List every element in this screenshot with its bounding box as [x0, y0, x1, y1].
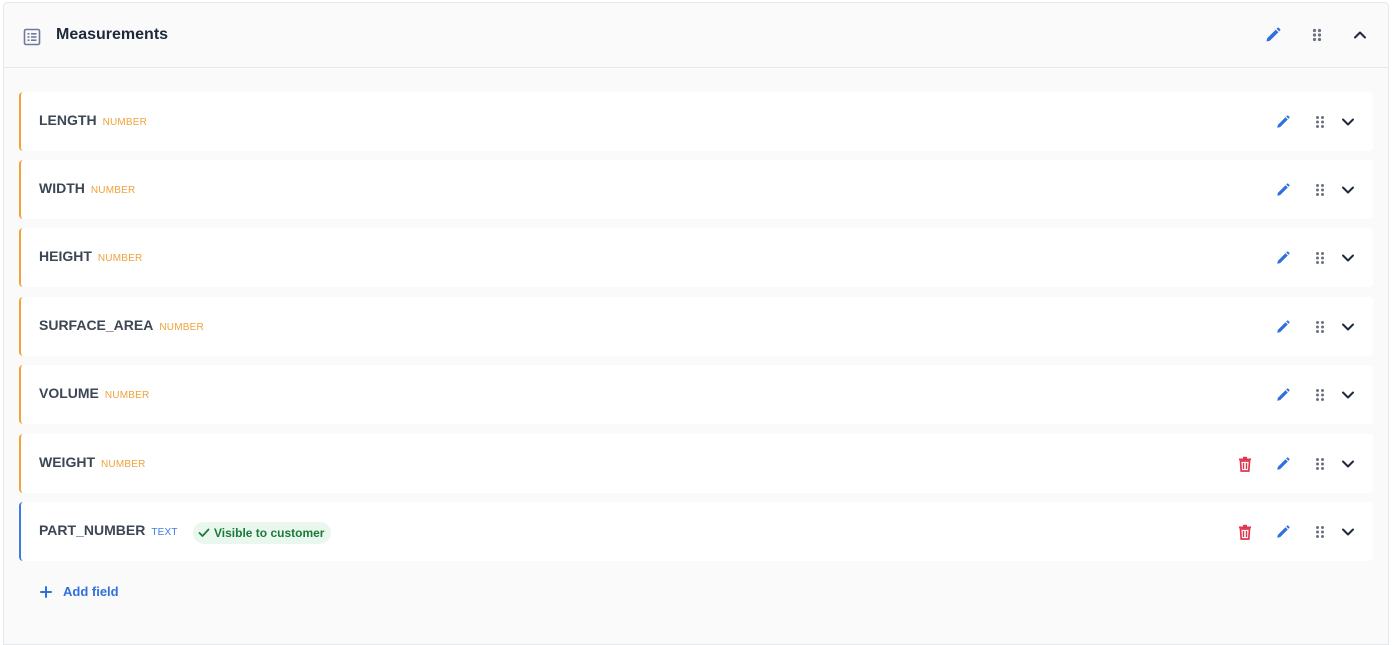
- drag-handle-icon[interactable]: [1308, 178, 1332, 202]
- field-type-label: NUMBER: [102, 117, 148, 128]
- chevron-down-icon: [1342, 118, 1354, 126]
- delete-field-button[interactable]: [1233, 452, 1257, 476]
- expand-field-button[interactable]: [1336, 110, 1360, 134]
- field-type-label: NUMBER: [90, 185, 136, 196]
- delete-field-button[interactable]: [1233, 520, 1257, 544]
- field-type-label: NUMBER: [159, 322, 204, 333]
- drag-handle-icon[interactable]: [1305, 23, 1329, 47]
- field-name-text: LENGTH: [39, 112, 97, 128]
- badge-label: Visible to customer: [214, 526, 325, 540]
- edit-field-button[interactable]: [1271, 452, 1295, 476]
- pencil-icon: [1266, 27, 1281, 42]
- pencil-icon: [1277, 320, 1290, 333]
- panel-header: Measurements: [4, 3, 1388, 68]
- trash-icon: [1239, 524, 1251, 540]
- trash-icon: [1239, 456, 1251, 472]
- field-name: HEIGHT NUMBER: [39, 248, 142, 264]
- drag-handle-icon[interactable]: [1308, 315, 1332, 339]
- field-name: PART_NUMBER TEXT: [39, 522, 178, 538]
- chevron-down-icon: [1342, 391, 1354, 399]
- plus-icon: [40, 585, 52, 598]
- drag-handle-icon[interactable]: [1308, 452, 1332, 476]
- expand-field-button[interactable]: [1336, 246, 1360, 270]
- edit-field-button[interactable]: [1271, 383, 1295, 407]
- field-name-text: VOLUME: [39, 385, 99, 401]
- edit-field-button[interactable]: [1271, 178, 1295, 202]
- chevron-up-icon: [1354, 31, 1366, 39]
- edit-field-button[interactable]: [1271, 315, 1295, 339]
- field-name: VOLUME NUMBER: [39, 385, 149, 401]
- expand-field-button[interactable]: [1336, 383, 1360, 407]
- field-row[interactable]: WIDTH NUMBER: [19, 160, 1373, 219]
- measurements-panel: Measurements LENGTH NUMBER WIDTH NUMBER HEIG…: [3, 2, 1389, 645]
- pencil-icon: [1277, 115, 1290, 128]
- expand-field-button[interactable]: [1336, 520, 1360, 544]
- drag-handle-icon[interactable]: [1308, 246, 1332, 270]
- pencil-icon: [1277, 457, 1290, 470]
- field-name-text: HEIGHT: [39, 248, 92, 264]
- add-field-button[interactable]: Add field: [40, 584, 119, 599]
- chevron-down-icon: [1342, 460, 1354, 468]
- check-icon: [198, 528, 210, 537]
- list-table-icon: [23, 28, 41, 46]
- chevron-down-icon: [1342, 254, 1354, 262]
- chevron-down-icon: [1342, 323, 1354, 331]
- field-type-label: NUMBER: [97, 253, 143, 264]
- field-name-text: WEIGHT: [39, 454, 95, 470]
- field-name-text: PART_NUMBER: [39, 522, 146, 538]
- field-name-text: SURFACE_AREA: [39, 317, 154, 333]
- field-row[interactable]: PART_NUMBER TEXT Visible to customer: [19, 502, 1373, 561]
- edit-section-button[interactable]: [1261, 23, 1285, 47]
- visible-to-customer-badge: Visible to customer: [193, 522, 332, 544]
- pencil-icon: [1277, 183, 1290, 196]
- section-title: Measurements: [56, 26, 169, 43]
- field-row[interactable]: LENGTH NUMBER: [19, 92, 1373, 151]
- field-row[interactable]: HEIGHT NUMBER: [19, 228, 1373, 287]
- drag-handle-icon[interactable]: [1308, 520, 1332, 544]
- pencil-icon: [1277, 388, 1290, 401]
- field-name: SURFACE_AREA NUMBER: [39, 317, 204, 333]
- field-type-label: NUMBER: [104, 390, 150, 401]
- field-type-label: TEXT: [151, 527, 178, 538]
- edit-field-button[interactable]: [1271, 110, 1295, 134]
- field-row[interactable]: WEIGHT NUMBER: [19, 434, 1373, 493]
- field-name: WEIGHT NUMBER: [39, 454, 146, 470]
- field-row[interactable]: VOLUME NUMBER: [19, 365, 1373, 424]
- field-type-label: NUMBER: [101, 459, 146, 470]
- drag-handle-icon[interactable]: [1308, 383, 1332, 407]
- expand-field-button[interactable]: [1336, 315, 1360, 339]
- pencil-icon: [1277, 251, 1290, 264]
- chevron-down-icon: [1342, 186, 1354, 194]
- drag-handle-icon[interactable]: [1308, 110, 1332, 134]
- collapse-section-button[interactable]: [1348, 23, 1372, 47]
- expand-field-button[interactable]: [1336, 452, 1360, 476]
- expand-field-button[interactable]: [1336, 178, 1360, 202]
- field-row[interactable]: SURFACE_AREA NUMBER: [19, 297, 1373, 356]
- field-name: WIDTH NUMBER: [39, 180, 135, 196]
- pencil-icon: [1277, 525, 1290, 538]
- edit-field-button[interactable]: [1271, 246, 1295, 270]
- field-name-text: WIDTH: [39, 180, 85, 196]
- field-name: LENGTH NUMBER: [39, 112, 147, 128]
- chevron-down-icon: [1342, 528, 1354, 536]
- edit-field-button[interactable]: [1271, 520, 1295, 544]
- add-field-label: Add field: [63, 584, 119, 599]
